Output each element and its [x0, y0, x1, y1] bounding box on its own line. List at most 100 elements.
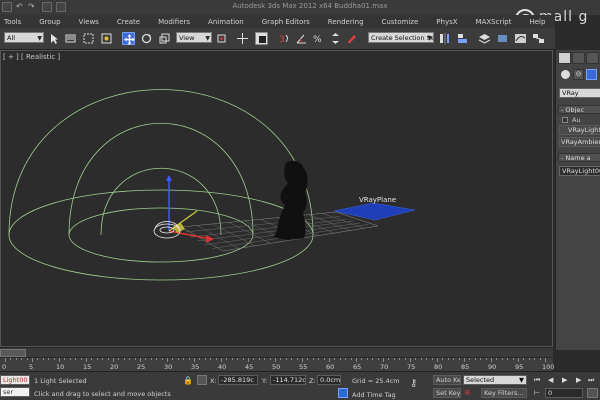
timeline-tick-label: 60	[326, 363, 335, 371]
modify-tab-icon[interactable]	[572, 52, 585, 64]
project-folder-icon[interactable]	[56, 2, 66, 12]
track-bar[interactable]: 0 5 10 15 20 25 30 35 40 45 50 55 60 65 70 75 80 85 90 95 10…	[0, 357, 554, 371]
menu-graph-editors[interactable]: Graph Editors	[258, 18, 310, 26]
name-color-rollout[interactable]: - Name a	[558, 153, 600, 162]
set-key-button[interactable]: Set Key	[433, 388, 461, 398]
menu-tools[interactable]: Tools	[0, 18, 21, 26]
prompt-text: Click and drag to select and move object…	[34, 390, 171, 398]
align-icon[interactable]	[456, 32, 469, 45]
key-mode-toggle-icon[interactable]: ⊢	[534, 388, 542, 398]
z-coord-input[interactable]: 0.0cm	[317, 375, 341, 385]
create-tab-icon[interactable]	[558, 52, 571, 64]
timeline-tick	[91, 358, 93, 360]
current-frame-input[interactable]: 0	[545, 388, 583, 398]
timeline-tick	[339, 358, 341, 360]
lights-icon[interactable]	[586, 69, 597, 80]
maxscript-listener-bottom[interactable]: ser	[0, 387, 30, 397]
select-rotate-icon[interactable]	[140, 32, 153, 45]
timeline-tick	[113, 358, 114, 362]
chevron-down-icon: ▼	[37, 35, 42, 42]
auto-key-button[interactable]: Auto Key	[433, 375, 461, 385]
curve-editor-icon[interactable]	[514, 32, 527, 45]
object-type-rollout[interactable]: - Objec	[558, 105, 600, 114]
timeline-tick	[442, 358, 444, 360]
x-coord-input[interactable]: -285.819c	[218, 375, 258, 385]
status-bar: Light00 ser 1 Light Selected Click and d…	[0, 371, 600, 400]
timeline-tick	[388, 358, 390, 360]
menu-views[interactable]: Views	[75, 18, 99, 26]
menu-customize[interactable]: Customize	[378, 18, 419, 26]
vray-ambient-light-button[interactable]: VRayAmbientLig	[559, 137, 600, 147]
object-type-rollout-title: Objec	[565, 106, 585, 114]
go-to-start-icon[interactable]: ⏮	[534, 376, 544, 385]
save-file-icon[interactable]	[42, 2, 52, 12]
shapes-icon[interactable]: ⊝	[573, 69, 584, 80]
timeline-tick	[172, 358, 174, 360]
menu-group[interactable]: Group	[35, 18, 60, 26]
timeline-tick	[32, 358, 33, 362]
manipulate-icon[interactable]	[236, 32, 249, 45]
menu-physx[interactable]: PhysX	[432, 18, 457, 26]
percent-snap-icon[interactable]: %	[312, 32, 325, 45]
angle-snap-icon[interactable]	[295, 32, 308, 45]
autogrid-checkbox[interactable]	[562, 117, 568, 123]
time-slider-thumb[interactable]	[0, 349, 26, 357]
add-time-tag-button[interactable]: Add Time Tag	[352, 391, 396, 399]
named-selection-dropdown[interactable]: Create Selection Se ▼	[368, 32, 434, 43]
select-move-icon[interactable]	[122, 32, 135, 45]
keyboard-shortcut-icon[interactable]	[255, 32, 268, 45]
geometry-icon[interactable]	[561, 70, 570, 79]
menu-create[interactable]: Create	[113, 18, 140, 26]
maxscript-listener-top[interactable]: Light00	[0, 375, 30, 385]
named-selection-value: Create Selection Se	[371, 34, 434, 42]
perspective-viewport[interactable]: [ + ] [ Realistic ] VRayPlane	[0, 50, 553, 347]
timeline-tick	[480, 358, 482, 360]
undo-icon[interactable]: ↶	[16, 2, 26, 12]
snap-icon[interactable]: 3	[278, 32, 291, 45]
mirror-icon[interactable]	[438, 32, 451, 45]
schematic-view-icon[interactable]	[532, 32, 545, 45]
time-configuration-icon[interactable]	[587, 388, 598, 398]
key-filters-button[interactable]: Key Filters...	[481, 388, 527, 398]
layer-manager-icon[interactable]	[478, 32, 491, 45]
hierarchy-tab-icon[interactable]	[586, 52, 599, 64]
timeline-tick	[123, 358, 125, 360]
menu-maxscript[interactable]: MAXScript	[472, 18, 512, 26]
menu-help[interactable]: Help	[525, 18, 545, 26]
viewport-scene[interactable]	[1, 51, 553, 347]
chevron-down-icon: ▼	[205, 35, 210, 42]
rectangular-selection-icon[interactable]	[82, 32, 95, 45]
window-crossing-icon[interactable]	[100, 32, 113, 45]
reference-coordinate-dropdown[interactable]: View ▼	[176, 32, 212, 43]
menu-animation[interactable]: Animation	[204, 18, 244, 26]
vraylight-button[interactable]: VRayLight	[559, 125, 600, 135]
next-frame-icon[interactable]: ▶	[576, 376, 586, 385]
y-coord-input[interactable]: -114.712c	[270, 375, 306, 385]
menu-rendering[interactable]: Rendering	[324, 18, 364, 26]
redo-icon[interactable]: ↷	[28, 2, 38, 12]
object-name-input[interactable]: VRayLight001	[559, 166, 600, 176]
select-by-name-icon[interactable]	[64, 32, 77, 45]
time-tag-icon[interactable]	[338, 388, 348, 398]
previous-frame-icon[interactable]: ◀	[548, 376, 558, 385]
timeline-tick	[42, 358, 44, 360]
absolute-mode-icon[interactable]	[197, 375, 207, 385]
lock-selection-icon[interactable]: 🔒	[183, 376, 193, 385]
go-to-end-icon[interactable]: ⏭	[588, 376, 598, 385]
edit-named-selection-icon[interactable]	[346, 32, 359, 45]
main-toolbar: All ▼ View ▼ 3 % Create Selection Se ▼	[0, 28, 555, 50]
app-menu-icon[interactable]	[2, 2, 12, 12]
viewport-label[interactable]: [ + ] [ Realistic ]	[3, 53, 60, 61]
category-dropdown[interactable]: VRay	[559, 88, 600, 98]
graphite-tools-icon[interactable]	[496, 32, 509, 45]
key-icon[interactable]: ⚷	[410, 378, 426, 392]
select-object-icon[interactable]	[48, 32, 61, 45]
spinner-snap-icon[interactable]	[329, 32, 342, 45]
key-mode-dropdown[interactable]: Selected ▼	[463, 375, 527, 385]
select-scale-icon[interactable]	[158, 32, 171, 45]
selection-filter-dropdown[interactable]: All ▼	[4, 32, 44, 43]
menu-modifiers[interactable]: Modifiers	[154, 18, 190, 26]
pivot-center-icon[interactable]	[215, 32, 228, 45]
time-slider[interactable]	[0, 347, 553, 357]
play-icon[interactable]: ▶	[562, 376, 572, 385]
